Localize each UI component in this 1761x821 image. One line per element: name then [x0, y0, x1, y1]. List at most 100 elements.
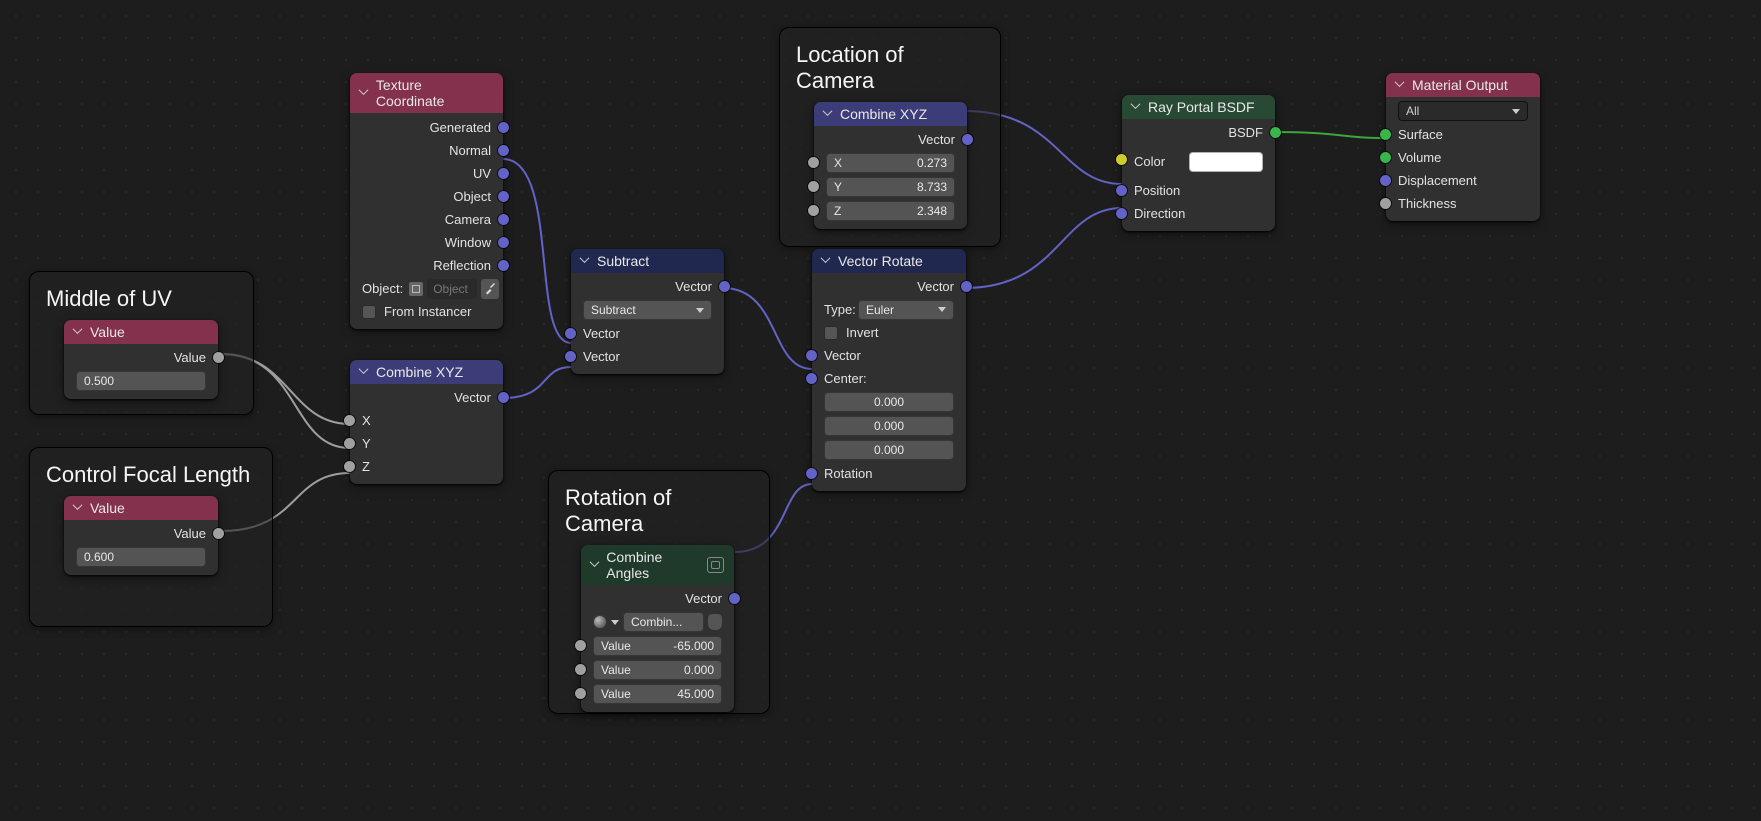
socket-in-x[interactable] — [808, 157, 819, 168]
center-y-field[interactable]: 0.000 — [824, 416, 954, 436]
socket-in-direction[interactable] — [1116, 208, 1127, 219]
node-combine-xyz-location[interactable]: Combine XYZ Vector X0.273 Y8.733 Z2.348 — [814, 102, 967, 229]
socket-out-camera[interactable] — [498, 214, 509, 225]
socket-out-vector[interactable] — [719, 281, 730, 292]
socket-out-object[interactable] — [498, 191, 509, 202]
dropdown-target[interactable]: All — [1398, 101, 1528, 121]
angle-field-3[interactable]: Value45.000 — [593, 684, 722, 704]
socket-out-vector[interactable] — [961, 281, 972, 292]
socket-in-vector-a[interactable] — [565, 328, 576, 339]
caret-down-icon — [696, 308, 704, 313]
node-subtract[interactable]: Subtract Vector Subtract Vector Vector — [571, 249, 724, 374]
chevron-down-icon — [1396, 80, 1406, 90]
socket-out-generated[interactable] — [498, 122, 509, 133]
dropdown-operation[interactable]: Subtract — [583, 300, 712, 320]
chevron-down-icon — [581, 256, 591, 266]
socket-out-vector[interactable] — [729, 593, 740, 604]
socket-in-surface[interactable] — [1380, 129, 1391, 140]
socket-out-vector[interactable] — [498, 392, 509, 403]
frame-title: Control Focal Length — [46, 462, 256, 488]
node-combine-xyz-lower[interactable]: Combine XYZ Vector X Y Z — [350, 360, 503, 484]
socket-in-volume[interactable] — [1380, 152, 1391, 163]
center-z-field[interactable]: 0.000 — [824, 440, 954, 460]
value-field[interactable]: 0.500 — [76, 371, 206, 391]
socket-in-z[interactable] — [344, 461, 355, 472]
frame-title: Location of Camera — [796, 42, 984, 94]
socket-in-color[interactable] — [1116, 154, 1127, 165]
chevron-down-icon — [74, 503, 84, 513]
socket-in-x[interactable] — [344, 415, 355, 426]
checkbox-invert[interactable] — [824, 326, 838, 340]
node-header[interactable]: Value — [64, 320, 218, 344]
caret-down-icon[interactable] — [611, 620, 619, 625]
object-picker[interactable]: Object — [409, 279, 499, 299]
x-field[interactable]: X0.273 — [826, 153, 955, 173]
socket-out-uv[interactable] — [498, 168, 509, 179]
node-header[interactable]: Subtract — [571, 249, 724, 273]
socket-in-value-2[interactable] — [575, 664, 586, 675]
frame-focal[interactable]: Control Focal Length Value Value 0.600 — [29, 447, 273, 627]
node-material-output[interactable]: Material Output All Surface Volume Displ… — [1386, 73, 1540, 221]
caret-down-icon — [938, 307, 946, 312]
angle-field-2[interactable]: Value0.000 — [593, 660, 722, 680]
frame-location-of-camera[interactable]: Location of Camera Combine XYZ Vector X0… — [779, 27, 1001, 247]
node-header[interactable]: Vector Rotate — [812, 249, 966, 273]
node-group-icon[interactable] — [707, 557, 724, 573]
node-value-1[interactable]: Value Value 0.500 — [64, 320, 218, 399]
node-ray-portal-bsdf[interactable]: Ray Portal BSDF BSDF Color Position Dire… — [1122, 95, 1275, 231]
socket-in-z[interactable] — [808, 205, 819, 216]
chevron-down-icon — [822, 256, 832, 266]
node-header[interactable]: Texture Coordinate — [350, 73, 503, 113]
dropdown-type[interactable]: Euler — [858, 300, 954, 320]
socket-out-normal[interactable] — [498, 145, 509, 156]
chevron-down-icon — [591, 560, 600, 570]
node-header[interactable]: Material Output — [1386, 73, 1540, 97]
angle-field-1[interactable]: Value-65.000 — [593, 636, 722, 656]
socket-in-value-1[interactable] — [575, 640, 586, 651]
chevron-down-icon — [1132, 102, 1142, 112]
socket-out-bsdf[interactable] — [1270, 127, 1281, 138]
chevron-down-icon — [74, 327, 84, 337]
node-texture-coordinate[interactable]: Texture Coordinate Generated Normal UV O… — [350, 73, 503, 329]
node-header[interactable]: Ray Portal BSDF — [1122, 95, 1275, 119]
socket-in-center[interactable] — [806, 373, 817, 384]
object-field[interactable]: Object — [427, 279, 477, 299]
socket-in-thickness[interactable] — [1380, 198, 1391, 209]
shield-icon[interactable] — [708, 614, 722, 630]
group-selector[interactable]: Combin... — [623, 612, 704, 632]
value-field[interactable]: 0.600 — [76, 547, 206, 567]
node-combine-angles[interactable]: Combine Angles Vector Combin... Value-65… — [581, 545, 734, 712]
socket-out-window[interactable] — [498, 237, 509, 248]
socket-in-rotation[interactable] — [806, 468, 817, 479]
node-vector-rotate[interactable]: Vector Rotate Vector Type: Euler Invert … — [812, 249, 966, 491]
socket-in-y[interactable] — [808, 181, 819, 192]
object-icon — [409, 282, 423, 296]
color-swatch[interactable] — [1189, 152, 1263, 172]
socket-out-vector[interactable] — [962, 134, 973, 145]
frame-title: Rotation of Camera — [565, 485, 753, 537]
frame-middle-of-uv[interactable]: Middle of UV Value Value 0.500 — [29, 271, 254, 415]
socket-out-value[interactable] — [213, 352, 224, 363]
socket-in-vector[interactable] — [806, 350, 817, 361]
y-field[interactable]: Y8.733 — [826, 177, 955, 197]
socket-out-reflection[interactable] — [498, 260, 509, 271]
chevron-down-icon — [824, 109, 834, 119]
checkbox-from-instancer[interactable] — [362, 305, 376, 319]
socket-in-vector-b[interactable] — [565, 351, 576, 362]
node-header[interactable]: Combine Angles — [581, 545, 734, 585]
node-header[interactable]: Combine XYZ — [350, 360, 503, 384]
center-x-field[interactable]: 0.000 — [824, 392, 954, 412]
z-field[interactable]: Z2.348 — [826, 201, 955, 221]
socket-in-position[interactable] — [1116, 185, 1127, 196]
socket-out-value[interactable] — [213, 528, 224, 539]
socket-in-value-3[interactable] — [575, 688, 586, 699]
node-value-2[interactable]: Value Value 0.600 — [64, 496, 218, 575]
eyedropper-icon[interactable] — [481, 279, 499, 299]
frame-title: Middle of UV — [46, 286, 237, 312]
socket-label-value: Value — [174, 526, 206, 541]
node-header[interactable]: Value — [64, 496, 218, 520]
socket-in-y[interactable] — [344, 438, 355, 449]
node-header[interactable]: Combine XYZ — [814, 102, 967, 126]
frame-rotation-of-camera[interactable]: Rotation of Camera Combine Angles Vector… — [548, 470, 770, 714]
socket-in-displacement[interactable] — [1380, 175, 1391, 186]
